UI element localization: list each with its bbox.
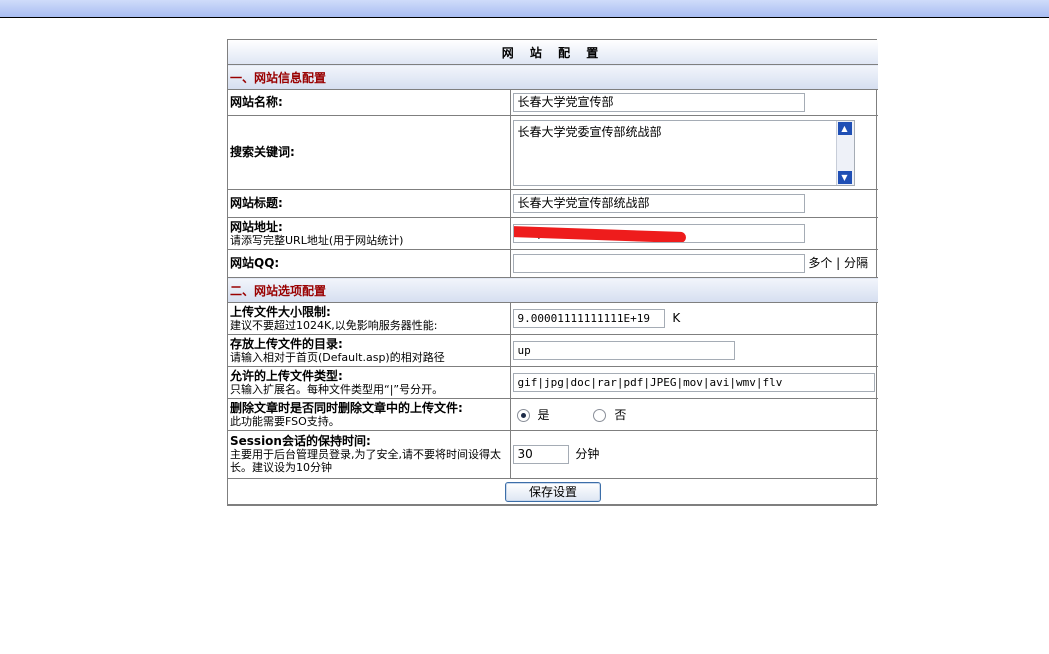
keywords-scrollbar[interactable]: ▲ ▼	[835, 120, 854, 185]
upload-types-hint: 只输入扩展名。每种文件类型用“|”号分开。	[230, 382, 444, 396]
session-input[interactable]: 30	[512, 445, 569, 464]
keywords-textarea[interactable]: 长春大学党委宣传部统战部 ▲ ▼	[512, 119, 855, 186]
radio-no-label: 否	[614, 408, 627, 422]
delete-uploads-no-option[interactable]: 否	[593, 408, 626, 422]
panel-title: 网 站 配 置	[228, 40, 879, 65]
section-title-options: 二、网站选项配置	[228, 277, 879, 303]
site-title-input[interactable]: 长春大学党宣传部统战部	[512, 194, 805, 213]
delete-uploads-yes-option[interactable]: 是	[516, 408, 554, 422]
site-url-hint: 请添写完整URL地址(用于网站统计)	[230, 233, 404, 247]
delete-uploads-hint: 此功能需要FSO支持。	[230, 414, 340, 428]
site-qq-hint: 多个 | 分隔	[808, 256, 869, 270]
radio-yes[interactable]	[516, 409, 530, 422]
delete-uploads-label: 删除文章时是否同时删除文章中的上传文件:	[230, 400, 463, 415]
site-title-label: 网站标题:	[230, 196, 283, 210]
site-name-input[interactable]: 长春大学党宣传部	[512, 93, 805, 112]
upload-limit-hint: 建议不要超过1024K,以免影响服务器性能:	[230, 318, 438, 332]
upload-dir-label: 存放上传文件的目录:	[230, 336, 343, 351]
session-hint: 主要用于后台管理员登录,为了安全,请不要将时间设得太长。建议设为10分钟	[230, 448, 501, 474]
site-url-input[interactable]: http:// /index.asp	[512, 224, 805, 243]
upload-types-input[interactable]: gif|jpg|doc|rar|pdf|JPEG|mov|avi|wmv|flv	[512, 373, 875, 392]
upload-limit-label: 上传文件大小限制:	[230, 304, 331, 319]
scroll-up-icon[interactable]: ▲	[837, 121, 852, 135]
site-config-panel: 网 站 配 置 一、网站信息配置 网站名称: 长春大学党宣传部 搜索关键词: 长…	[227, 39, 879, 506]
session-unit: 分钟	[575, 447, 600, 461]
site-qq-label: 网站QQ:	[230, 256, 280, 270]
upload-types-label: 允许的上传文件类型:	[230, 368, 343, 383]
redaction-mark	[513, 225, 686, 242]
upload-dir-input[interactable]: up	[512, 341, 735, 360]
keywords-label: 搜索关键词:	[230, 145, 295, 159]
site-url-label: 网站地址:	[230, 219, 283, 234]
window-top-bar	[0, 0, 1049, 18]
upload-limit-unit: K	[672, 311, 681, 325]
session-label: Session会话的保持时间:	[230, 434, 371, 448]
site-name-label: 网站名称:	[230, 95, 283, 109]
scroll-down-icon[interactable]: ▼	[837, 170, 852, 184]
upload-dir-hint: 请输入相对于首页(Default.asp)的相对路径	[230, 350, 445, 364]
upload-limit-input[interactable]: 9.00001111111111E+19	[512, 309, 665, 328]
radio-no[interactable]	[593, 409, 607, 422]
save-settings-button[interactable]: 保存设置	[505, 481, 601, 502]
site-qq-input[interactable]	[512, 254, 805, 273]
config-table: 网 站 配 置 一、网站信息配置 网站名称: 长春大学党宣传部 搜索关键词: 长…	[228, 40, 879, 505]
section-title-site-info: 一、网站信息配置	[228, 64, 879, 90]
radio-yes-label: 是	[537, 408, 550, 422]
keywords-text: 长春大学党委宣传部统战部	[517, 124, 662, 139]
